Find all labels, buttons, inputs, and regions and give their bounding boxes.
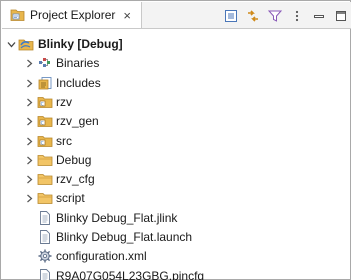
tree-item-label: src — [56, 133, 72, 148]
folder-icon — [37, 171, 53, 187]
close-icon[interactable]: × — [123, 9, 131, 22]
minimize-icon[interactable] — [308, 6, 330, 26]
chevron-right-icon[interactable] — [24, 112, 34, 131]
tree-item-launch-file[interactable]: Blinky Debug_Flat.launch — [2, 228, 351, 247]
gear-file-icon — [37, 248, 53, 264]
tree-item-label: R9A07G054L23GBG.pincfg — [56, 268, 205, 280]
tree-item-pincfg-file[interactable]: R9A07G054L23GBG.pincfg — [2, 267, 351, 280]
includes-icon — [37, 75, 53, 91]
binaries-icon — [37, 55, 53, 71]
source-folder-icon: C — [37, 94, 53, 110]
filter-icon[interactable] — [264, 6, 286, 26]
tree-item-label: rzv_gen — [56, 114, 99, 129]
source-folder-icon: C — [37, 133, 53, 149]
chevron-right-icon[interactable] — [24, 170, 34, 189]
tree-item-rzv-cfg[interactable]: rzv_cfg — [2, 170, 351, 189]
link-with-editor-icon[interactable] — [242, 6, 264, 26]
tab-title: Project Explorer — [30, 8, 116, 22]
view-toolbar — [220, 6, 351, 26]
view-menu-icon[interactable] — [286, 6, 308, 26]
chevron-right-icon[interactable] — [24, 151, 34, 170]
tree-item-label: configuration.xml — [56, 249, 147, 264]
tree-item-project[interactable]: Blinky [Debug] — [2, 35, 351, 54]
tree-item-script[interactable]: script — [2, 189, 351, 208]
tree-item-configuration-xml[interactable]: configuration.xml — [2, 247, 351, 266]
collapse-all-icon[interactable] — [220, 6, 242, 26]
svg-text:C: C — [41, 140, 44, 146]
folder-icon — [37, 190, 53, 206]
view-tab-bar: Project Explorer × — [2, 2, 351, 29]
tab-project-explorer[interactable]: Project Explorer × — [2, 2, 142, 28]
c-project-icon — [18, 36, 34, 52]
chevron-right-icon[interactable] — [24, 54, 34, 73]
chevron-right-icon[interactable] — [24, 93, 34, 112]
tree-item-src[interactable]: C src — [2, 132, 351, 151]
source-folder-icon: C — [37, 113, 53, 129]
file-icon — [37, 268, 53, 280]
tree-item-includes[interactable]: Includes — [2, 74, 351, 93]
folder-icon — [37, 152, 53, 168]
project-explorer-icon — [10, 7, 26, 23]
tree-item-label: rzv — [56, 94, 72, 109]
tree-item-label: Blinky Debug_Flat.launch — [56, 230, 193, 244]
tree-item-debug[interactable]: Debug — [2, 151, 351, 170]
tree-item-label: rzv_cfg — [56, 172, 95, 187]
tree-item-label: Binaries — [56, 56, 100, 71]
file-icon — [37, 229, 53, 245]
tree-item-label: Includes — [56, 75, 101, 90]
chevron-right-icon[interactable] — [24, 189, 34, 208]
project-explorer-view: Project Explorer × Blinky [Debug] Binari… — [0, 0, 351, 280]
tree-item-label: script — [56, 191, 85, 206]
chevron-right-icon[interactable] — [24, 74, 34, 93]
tree-item-label: Debug — [56, 152, 92, 167]
file-icon — [37, 210, 53, 226]
maximize-icon[interactable] — [330, 6, 351, 26]
tree-item-label: Blinky Debug_Flat.jlink — [56, 210, 178, 225]
tree-item-rzv[interactable]: C rzv — [2, 93, 351, 112]
tree-item-jlink-file[interactable]: Blinky Debug_Flat.jlink — [2, 209, 351, 228]
tree-item-rzv-gen[interactable]: C rzv_gen — [2, 112, 351, 131]
chevron-right-icon[interactable] — [24, 132, 34, 151]
project-label: Blinky [Debug] — [38, 37, 123, 51]
svg-text:C: C — [41, 101, 44, 107]
chevron-down-icon[interactable] — [6, 35, 16, 54]
svg-text:C: C — [41, 120, 44, 126]
tree-item-binaries[interactable]: Binaries — [2, 54, 351, 73]
